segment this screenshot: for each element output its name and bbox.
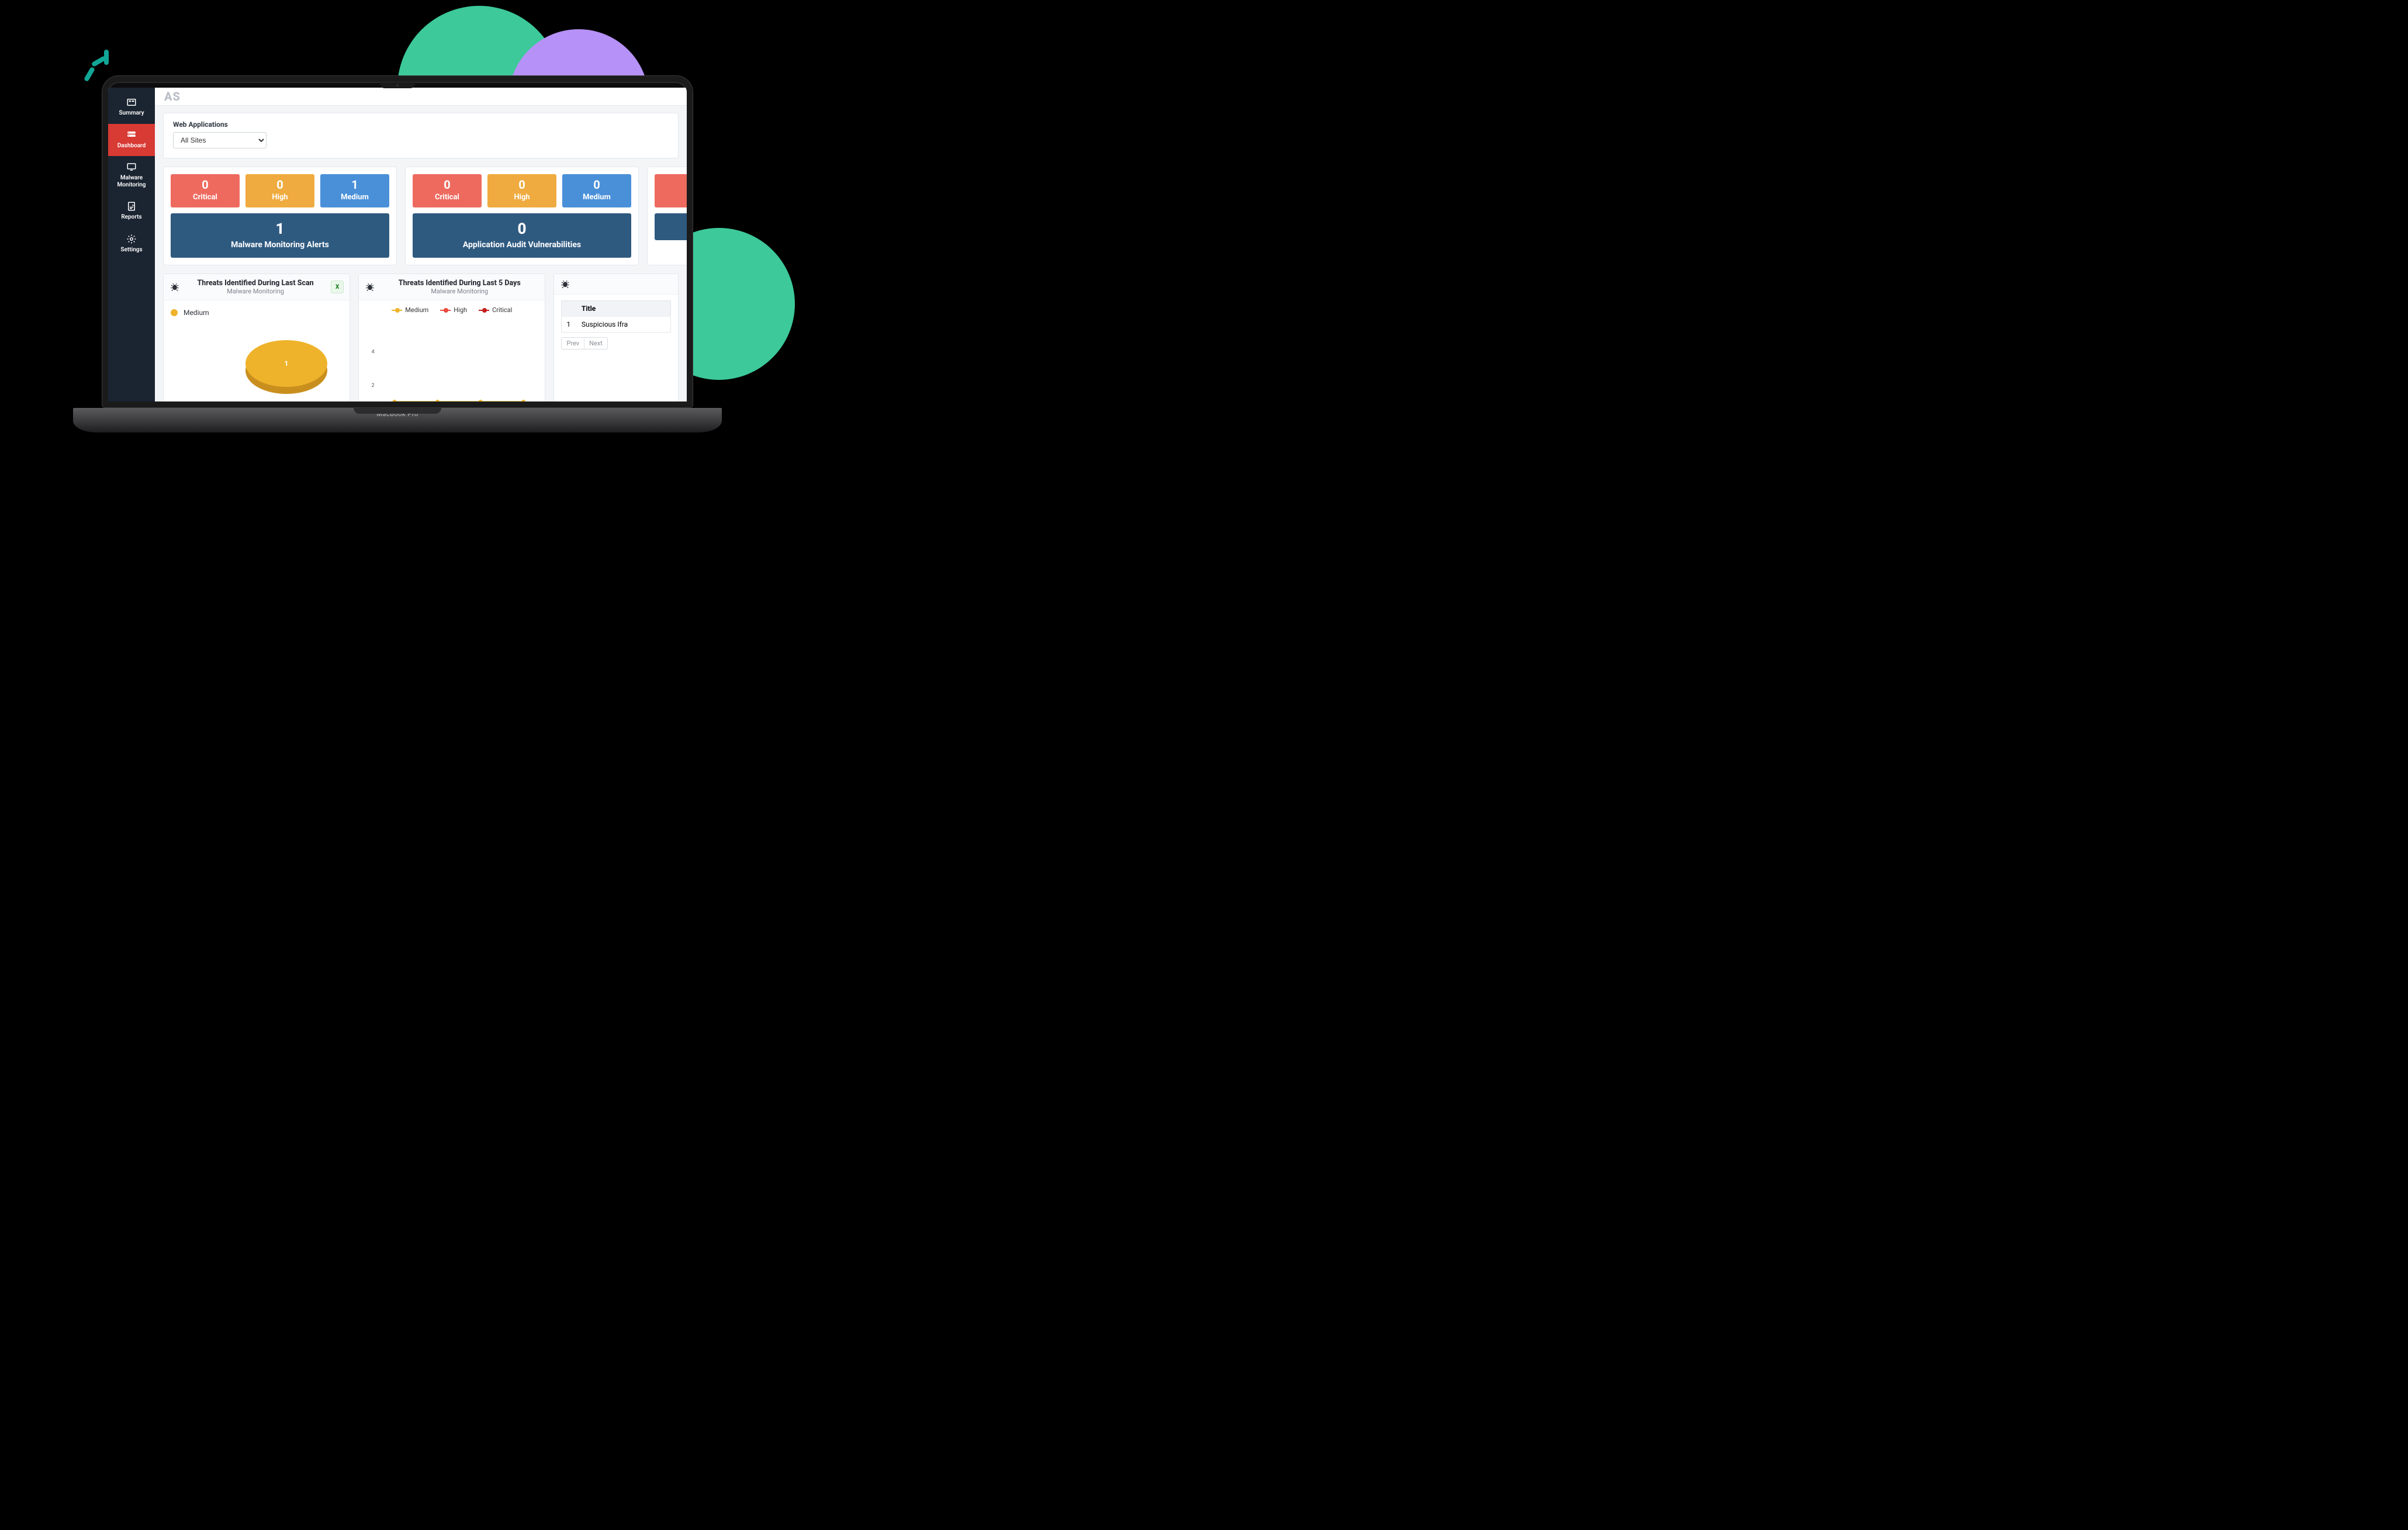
svg-text:4: 4	[372, 349, 375, 355]
filter-label: Web Applications	[173, 120, 669, 129]
svg-text:2: 2	[372, 383, 375, 389]
badge-medium[interactable]: 1 Medium	[320, 174, 389, 207]
pie-card: Threats Identified During Last Scan Malw…	[163, 274, 350, 401]
card-title: Threats Identified During Last Scan	[185, 279, 326, 288]
app-screen: Summary Dashboard Malware Monitoring	[108, 88, 687, 401]
filter-panel: Web Applications All Sites	[163, 113, 679, 158]
sidebar-item-dashboard[interactable]: Dashboard	[108, 124, 155, 157]
reports-icon	[125, 201, 138, 212]
table-row[interactable]: 1 Suspicious Ifra	[562, 317, 671, 333]
main-area: AS Web Applications All Sites	[155, 88, 687, 401]
table-header-title: Title	[577, 301, 671, 317]
kpi-group-audit: 0 Critical 0 High 0 Medium	[405, 167, 639, 265]
pager-next[interactable]: Next	[584, 338, 607, 349]
kpi-group-malware: 0 Critical 0 High 1 Medium	[163, 167, 397, 265]
pie-chart: Medium 1	[164, 300, 350, 401]
laptop-base: MacBook Pro	[73, 408, 722, 432]
kpi-row: 0 Critical 0 High 1 Medium	[163, 167, 679, 265]
kpi-total-malware[interactable]: 1 Malware Monitoring Alerts	[171, 213, 389, 258]
summary-icon	[125, 97, 138, 108]
sidebar-item-summary[interactable]: Summary	[108, 91, 155, 124]
list-card: Title 1 Suspicious Ifra	[553, 274, 679, 401]
sidebar-item-label: Dashboard	[110, 143, 153, 150]
bug-icon	[365, 282, 375, 292]
content: Web Applications All Sites 0 Critical	[155, 106, 687, 401]
badge-medium[interactable]: 0 Medium	[562, 174, 631, 207]
sidebar-item-label: Malware Monitoring	[110, 175, 153, 188]
dashboard-icon	[125, 130, 138, 140]
monitor-icon	[125, 162, 138, 172]
laptop-mockup: Summary Dashboard Malware Monitoring	[102, 76, 693, 432]
kpi-total-partial[interactable]: Vulnerabil	[655, 213, 687, 240]
badge-critical[interactable]: 0 Critical	[171, 174, 240, 207]
pie-legend: Medium	[171, 306, 342, 317]
pager: Prev Next	[561, 337, 607, 349]
badge-high[interactable]: 0 High	[245, 174, 314, 207]
badge-high[interactable]: 0 High	[487, 174, 556, 207]
kpi-total-audit[interactable]: 0 Application Audit Vulnerabilities	[413, 213, 631, 258]
sidebar-item-label: Summary	[110, 110, 153, 117]
gear-icon	[125, 234, 138, 244]
sidebar-item-label: Reports	[110, 214, 153, 221]
line-chart-svg: 4 2 0	[366, 316, 538, 401]
card-subtitle: Malware Monitoring	[185, 288, 326, 295]
sidebar-item-settings[interactable]: Settings	[108, 228, 155, 261]
line-card: Threats Identified During Last 5 Days Ma…	[358, 274, 545, 401]
export-excel-button[interactable]: X	[331, 281, 344, 293]
sidebar-item-label: Settings	[110, 247, 153, 254]
web-applications-select[interactable]: All Sites	[173, 132, 267, 148]
bug-icon	[169, 282, 180, 292]
pie-3d-graphic: 1	[245, 330, 327, 394]
card-subtitle: Malware Monitoring	[380, 288, 539, 295]
cards-row: Threats Identified During Last Scan Malw…	[163, 274, 679, 401]
table-header-idx	[562, 301, 577, 317]
threat-table: Title 1 Suspicious Ifra	[561, 300, 671, 333]
brand-fragment: AS	[164, 89, 181, 103]
sidebar: Summary Dashboard Malware Monitoring	[108, 88, 155, 401]
line-chart: Medium High Critical 4 2 0	[359, 300, 545, 401]
card-title: Threats Identified During Last 5 Days	[380, 279, 539, 288]
sidebar-item-malware-monitoring[interactable]: Malware Monitoring	[108, 156, 155, 195]
kpi-group-partial: 0 Critical Vulnerabil	[647, 167, 687, 265]
badge-critical[interactable]: 0 Critical	[413, 174, 482, 207]
laptop-bezel: Summary Dashboard Malware Monitoring	[102, 76, 693, 407]
sidebar-item-reports[interactable]: Reports	[108, 195, 155, 228]
pager-prev[interactable]: Prev	[562, 338, 584, 349]
bug-icon	[560, 279, 570, 289]
top-strip: AS	[155, 88, 687, 106]
line-legend: Medium High Critical	[366, 306, 538, 314]
legend-dot-icon	[171, 309, 178, 316]
camera-notch	[380, 82, 415, 88]
badge-critical[interactable]: 0 Critical	[655, 174, 687, 207]
